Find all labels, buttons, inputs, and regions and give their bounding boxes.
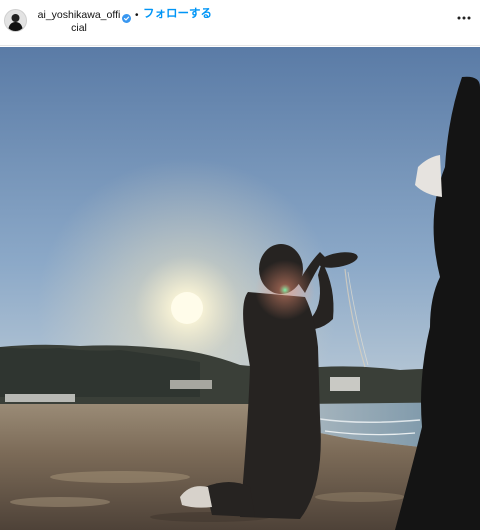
follow-button[interactable]: フォローする <box>143 7 212 21</box>
more-options-icon[interactable] <box>456 11 472 25</box>
verified-badge-icon <box>122 14 131 23</box>
post-header: ai_yoshikawa_official • フォローする <box>0 0 480 46</box>
post-photo[interactable] <box>0 47 480 530</box>
profile-avatar[interactable] <box>4 9 27 32</box>
separator-dot: • <box>135 10 139 21</box>
beach-sunset-photo <box>0 47 480 530</box>
instagram-post: ai_yoshikawa_official • フォローする <box>0 0 480 530</box>
username-link[interactable]: ai_yoshikawa_official <box>36 9 122 35</box>
avatar-photo <box>5 10 26 31</box>
